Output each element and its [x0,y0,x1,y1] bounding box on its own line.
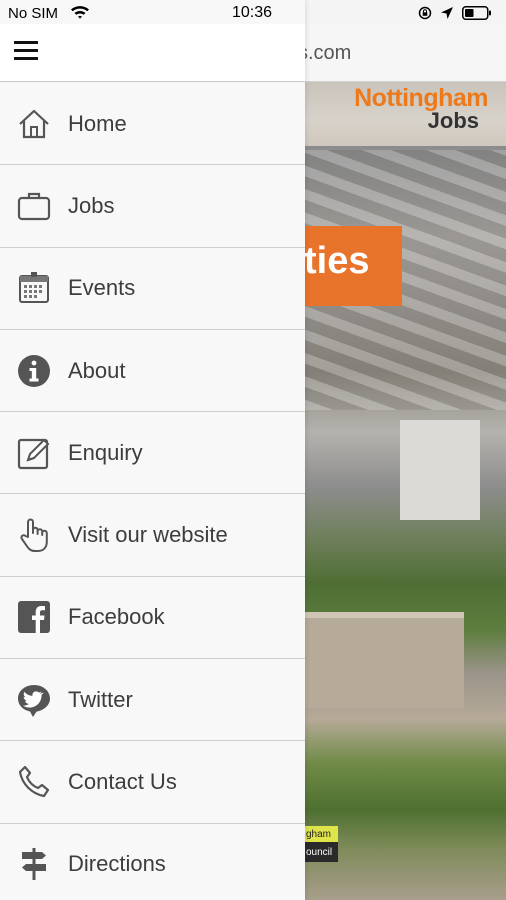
background-banner-text: ties [304,240,370,282]
wifi-icon [70,5,90,19]
carrier-label: No SIM [8,5,59,22]
signpost-icon [14,844,54,884]
menu-item-about[interactable]: About [0,329,305,413]
background-building [400,420,480,520]
menu-item-visit-website[interactable]: Visit our website [0,494,305,577]
nottingham-jobs-logo-line2: Jobs [427,108,479,133]
menu-item-jobs[interactable]: Jobs [0,165,305,248]
side-drawer: Home Jobs Events About Enquiry Visit our… [0,0,305,900]
menu-label-facebook: Facebook [68,604,165,630]
location-arrow-icon [440,6,454,20]
menu-item-twitter[interactable]: Twitter [0,659,305,742]
facebook-icon [14,597,54,637]
menu-label-events: Events [68,275,136,301]
council-logo-text2: ouncil [306,847,333,858]
menu-label-directions: Directions [68,851,166,877]
menu-item-directions[interactable]: Directions [0,823,305,900]
pointer-hand-icon [14,515,54,555]
calendar-icon [14,268,54,308]
menu-item-facebook[interactable]: Facebook [0,576,305,660]
council-logo-text1: gham [306,829,332,840]
menu-label-jobs: Jobs [68,192,115,218]
menu-item-contact-us[interactable]: Contact Us [0,741,305,824]
phone-icon [14,762,54,802]
battery-icon [462,6,492,20]
menu-item-enquiry[interactable]: Enquiry [0,412,305,495]
menu-label-about: About [68,357,126,383]
menu-label-home: Home [68,110,127,136]
background-castle [304,612,464,708]
background-url-text: s.com [298,42,352,64]
status-right-icons [418,5,492,21]
menu-label-twitter: Twitter [68,686,133,712]
status-bar: No SIM 10:36 [0,0,506,24]
menu-label-contact-us: Contact Us [68,769,177,795]
menu-label-visit-website: Visit our website [68,522,228,548]
hamburger-icon[interactable] [14,41,38,61]
menu-item-home[interactable]: Home [0,83,305,166]
drawer-menu: Home Jobs Events About Enquiry Visit our… [0,83,305,900]
drawer-header [0,24,305,82]
twitter-icon [14,680,54,720]
edit-icon [14,433,54,473]
menu-label-enquiry: Enquiry [68,439,143,465]
menu-item-events[interactable]: Events [0,247,305,330]
home-icon [14,104,54,144]
briefcase-icon [14,186,54,226]
orientation-lock-icon [418,6,432,20]
info-icon [14,351,54,391]
status-time: 10:36 [232,4,273,21]
